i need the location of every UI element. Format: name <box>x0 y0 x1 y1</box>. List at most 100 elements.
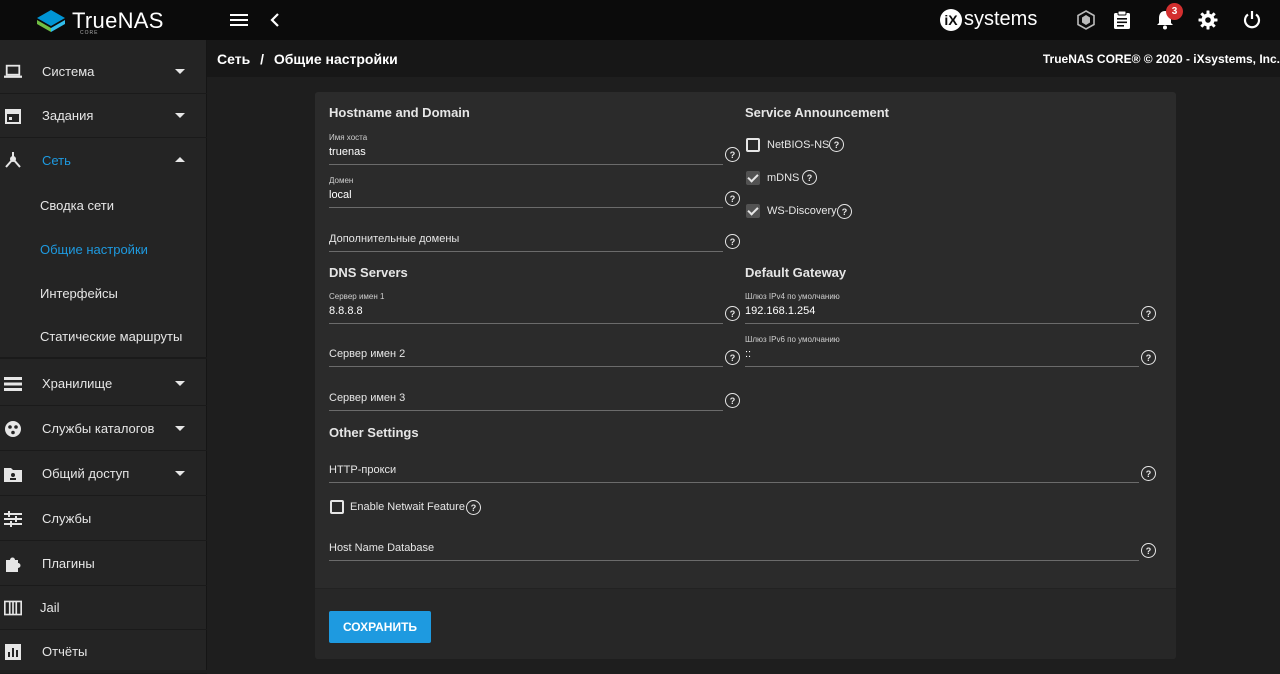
breadcrumb-current: Общие настройки <box>273 51 398 67</box>
truenas-logo[interactable]: TrueNAS CORE <box>36 6 186 36</box>
power-icon <box>1243 11 1261 29</box>
network-icon <box>4 151 22 169</box>
domain-field[interactable]: Домен local <box>329 172 723 208</box>
collapse-button[interactable] <box>263 8 287 32</box>
jail-icon <box>4 599 22 617</box>
storage-icon <box>4 375 22 393</box>
sidebar-item-label: Хранилище <box>42 376 113 391</box>
host-name-database-placeholder: Host Name Database <box>329 542 435 554</box>
sidebar-subitem-label: Интерфейсы <box>40 285 118 301</box>
sliders-icon <box>4 510 22 528</box>
help-icon[interactable]: ? <box>725 234 740 249</box>
netwait-checkbox[interactable] <box>330 500 344 514</box>
menu-icon <box>230 14 248 26</box>
task-manager-button[interactable] <box>1110 8 1134 32</box>
sidebar-item-directory-services[interactable]: Службы каталогов <box>0 407 207 451</box>
laptop-icon <box>4 63 22 81</box>
sidebar-item-services[interactable]: Службы <box>0 497 207 541</box>
nameserver3-field[interactable]: Сервер имен 3 <box>329 375 723 411</box>
sidebar-subitem-network-summary[interactable]: Сводка сети <box>0 183 207 227</box>
ixsystems-logo[interactable]: iX systems <box>940 8 1037 31</box>
save-button[interactable]: СОХРАНИТЬ <box>329 611 431 643</box>
help-icon[interactable]: ? <box>1141 466 1156 481</box>
sidebar-subitem-label: Сводка сети <box>40 197 115 213</box>
settings-button[interactable] <box>1196 8 1220 32</box>
nameserver1-label: Сервер имен 1 <box>329 292 385 301</box>
sidebar-item-network[interactable]: Сеть <box>0 138 207 182</box>
directory-icon <box>4 420 22 438</box>
help-icon[interactable]: ? <box>725 306 740 321</box>
host-name-database-field[interactable]: Host Name Database <box>329 525 1139 561</box>
help-icon[interactable]: ? <box>725 147 740 162</box>
ipv4-gateway-value: 192.168.1.254 <box>745 305 816 317</box>
ipv6-gateway-field[interactable]: Шлюз IPv6 по умолчанию :: <box>745 331 1139 367</box>
section-title-other-settings: Other Settings <box>329 425 419 440</box>
sidebar-item-jail[interactable]: Jail <box>0 586 207 630</box>
chevron-left-icon <box>270 13 279 27</box>
sidebar-item-storage[interactable]: Хранилище <box>0 362 207 406</box>
breadcrumb-parent-link[interactable]: Сеть <box>217 51 250 67</box>
chevron-down-icon <box>175 381 185 386</box>
help-icon[interactable]: ? <box>725 191 740 206</box>
section-title-default-gateway: Default Gateway <box>745 265 847 280</box>
ipv6-gateway-label: Шлюз IPv6 по умолчанию <box>745 335 840 344</box>
http-proxy-field[interactable]: HTTP-прокси <box>329 447 1139 483</box>
domain-value: local <box>329 189 352 201</box>
help-icon[interactable]: ? <box>802 170 817 185</box>
domain-label: Домен <box>329 176 354 185</box>
sidebar-subitem-interfaces[interactable]: Интерфейсы <box>0 271 207 315</box>
sidebar-item-reports[interactable]: Отчёты <box>0 630 207 674</box>
chevron-down-icon <box>175 113 185 118</box>
sidebar-item-sharing[interactable]: Общий доступ <box>0 452 207 496</box>
chevron-up-icon <box>175 157 185 162</box>
help-icon[interactable]: ? <box>725 393 740 408</box>
section-title-dns-servers: DNS Servers <box>329 265 408 280</box>
calendar-icon <box>4 107 22 125</box>
nameserver2-field[interactable]: Сервер имен 2 <box>329 331 723 367</box>
sidebar-subitem-label: Статические маршруты <box>40 328 183 344</box>
power-button[interactable] <box>1240 8 1264 32</box>
nameserver1-value: 8.8.8.8 <box>329 305 363 317</box>
ws-discovery-label: WS-Discovery <box>767 205 837 217</box>
sidebar: Система Задания Сеть Сводка сети Общие н… <box>0 40 207 674</box>
chevron-down-icon <box>175 69 185 74</box>
sidebar-item-plugins[interactable]: Плагины <box>0 542 207 586</box>
sidebar-item-system[interactable]: Система <box>0 50 207 94</box>
hostname-field[interactable]: Имя хоста truenas <box>329 129 723 165</box>
sidebar-subitem-label: Общие настройки <box>40 241 148 257</box>
help-icon[interactable]: ? <box>1141 350 1156 365</box>
ipv4-gateway-field[interactable]: Шлюз IPv4 по умолчанию 192.168.1.254 <box>745 288 1139 324</box>
ipv4-gateway-label: Шлюз IPv4 по умолчанию <box>745 292 840 301</box>
help-icon[interactable]: ? <box>1141 306 1156 321</box>
breadcrumb-bar: Сеть / Общие настройки TrueNAS CORE® © 2… <box>207 40 1280 77</box>
clipboard-icon <box>1114 10 1130 29</box>
sidebar-subitem-global-config[interactable]: Общие настройки <box>0 227 207 271</box>
reports-icon <box>4 643 22 661</box>
gear-icon <box>1198 10 1218 30</box>
sidebar-subitem-static-routes[interactable]: Статические маршруты <box>0 315 207 359</box>
help-icon[interactable]: ? <box>466 500 481 515</box>
mdns-checkbox[interactable] <box>746 171 760 185</box>
sidebar-item-tasks[interactable]: Задания <box>0 94 207 138</box>
netbios-ns-checkbox[interactable] <box>746 138 760 152</box>
additional-domains-field[interactable]: Дополнительные домены <box>329 216 723 252</box>
menu-toggle-button[interactable] <box>227 8 251 32</box>
top-bar: TrueNAS CORE iX systems 3 <box>0 0 1280 40</box>
help-icon[interactable]: ? <box>1141 543 1156 558</box>
truecommand-button[interactable] <box>1074 8 1098 32</box>
netbios-ns-label: NetBIOS-NS <box>767 139 830 151</box>
breadcrumb-separator: / <box>260 51 264 67</box>
sidebar-item-label: Плагины <box>42 556 95 571</box>
help-icon[interactable]: ? <box>837 204 852 219</box>
help-icon[interactable]: ? <box>829 137 844 152</box>
ipv6-gateway-value: :: <box>745 348 752 360</box>
sidebar-item-label: Jail <box>40 600 60 615</box>
truecommand-icon <box>1077 10 1095 30</box>
truenas-logo-icon <box>37 10 65 32</box>
nameserver1-field[interactable]: Сервер имен 1 8.8.8.8 <box>329 288 723 324</box>
ws-discovery-checkbox[interactable] <box>746 204 760 218</box>
puzzle-icon <box>4 555 22 573</box>
additional-domains-placeholder: Дополнительные домены <box>329 233 460 245</box>
help-icon[interactable]: ? <box>725 350 740 365</box>
nameserver3-placeholder: Сервер имен 3 <box>329 392 406 404</box>
